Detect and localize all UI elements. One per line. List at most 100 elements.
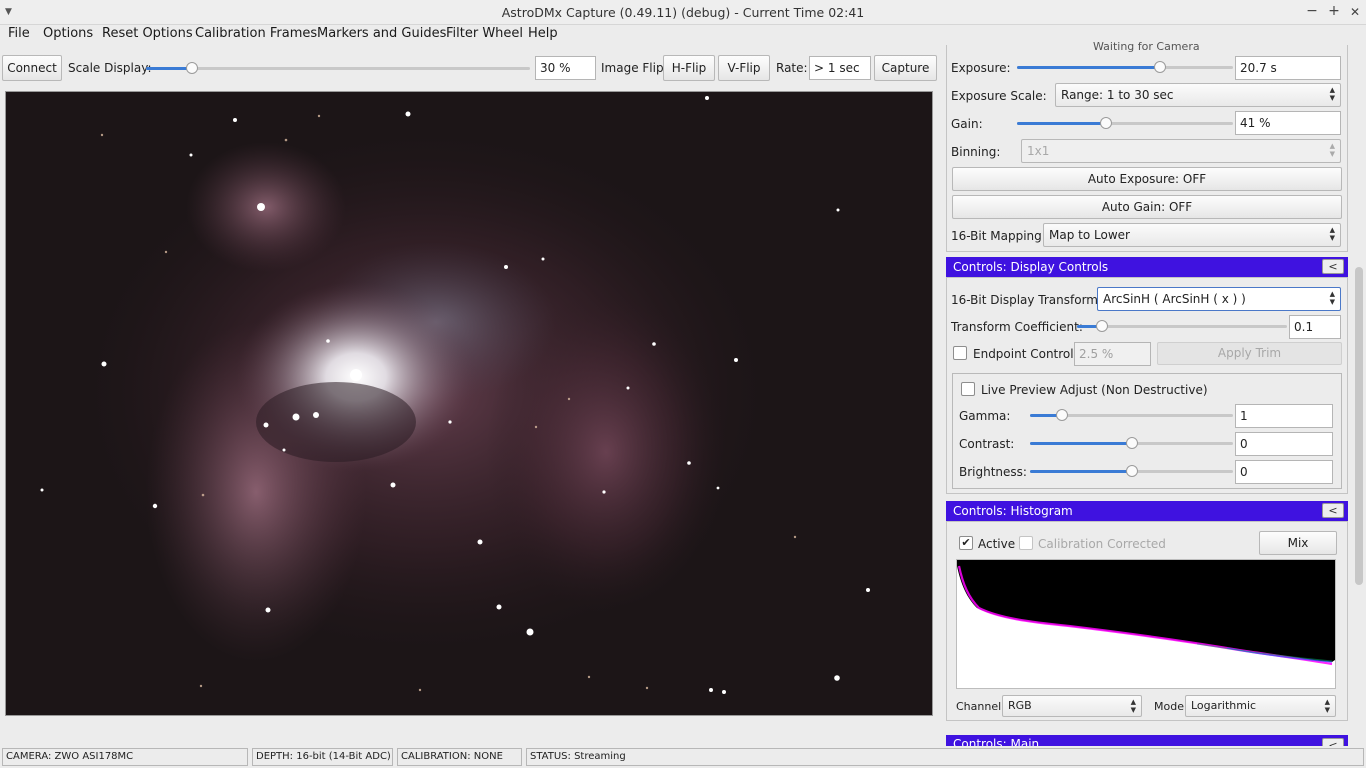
contrast-label: Contrast: xyxy=(959,437,1015,451)
rate-input[interactable]: > 1 sec xyxy=(809,56,871,80)
calibration-corrected-checkbox[interactable] xyxy=(1019,536,1033,550)
close-icon[interactable]: ✕ xyxy=(1347,5,1363,19)
live-preview-label: Live Preview Adjust (Non Destructive) xyxy=(981,383,1208,397)
capture-button[interactable]: Capture xyxy=(874,55,937,81)
binning-select[interactable]: 1x1 ▲ ▼ xyxy=(1021,139,1341,163)
up-down-arrows-icon: ▲ ▼ xyxy=(1329,290,1335,306)
transform-label: 16-Bit Display Transform: xyxy=(951,293,1103,307)
slider-thumb[interactable] xyxy=(1056,409,1069,421)
h-flip-button[interactable]: H-Flip xyxy=(663,55,715,81)
status-calibration: CALIBRATION: NONE xyxy=(397,748,522,766)
slider-thumb[interactable] xyxy=(1125,437,1138,449)
menu-file[interactable]: File xyxy=(8,26,30,41)
slider-thumb[interactable] xyxy=(186,62,199,74)
auto-gain-button[interactable]: Auto Gain: OFF xyxy=(952,195,1342,219)
slider-thumb[interactable] xyxy=(1096,320,1109,332)
slider-thumb[interactable] xyxy=(1153,61,1166,73)
panel-scrollbar[interactable] xyxy=(1352,45,1366,745)
brightness-label: Brightness: xyxy=(959,465,1027,479)
exposure-scale-value: Range: 1 to 30 sec xyxy=(1061,88,1174,102)
exposure-scale-label: Exposure Scale: xyxy=(951,89,1047,103)
exposure-input[interactable]: 20.7 s xyxy=(1235,56,1341,80)
endpoint-input[interactable]: 2.5 % xyxy=(1074,342,1151,366)
coefficient-label: Transform Coefficient: xyxy=(951,320,1083,334)
auto-exposure-button[interactable]: Auto Exposure: OFF xyxy=(952,167,1342,191)
image-flip-label: Image Flip: xyxy=(601,61,668,75)
gamma-slider[interactable] xyxy=(1030,408,1233,422)
main-controls-title: Controls: Main xyxy=(953,737,1040,746)
histogram-curve xyxy=(957,560,1335,666)
up-down-arrows-icon: ▲ ▼ xyxy=(1329,226,1335,242)
active-checkbox[interactable]: ✔ xyxy=(959,536,973,550)
image-preview[interactable] xyxy=(5,91,933,716)
brightness-slider[interactable] xyxy=(1030,464,1233,478)
mode-select[interactable]: Logarithmic ▲ ▼ xyxy=(1185,695,1336,717)
mode-label: Mode: xyxy=(1154,700,1188,713)
binning-value: 1x1 xyxy=(1027,144,1050,158)
minimize-icon[interactable]: − xyxy=(1304,3,1320,19)
mix-button[interactable]: Mix xyxy=(1259,531,1337,555)
display-controls-header: Controls: Display Controls < xyxy=(946,257,1348,277)
status-bar: CAMERA: ZWO ASI178MC DEPTH: 16-bit (14-B… xyxy=(0,746,1366,768)
menu-filter-wheel[interactable]: Filter Wheel xyxy=(446,26,523,41)
contrast-input[interactable]: 0 xyxy=(1235,432,1333,456)
channel-select[interactable]: RGB ▲ ▼ xyxy=(1002,695,1142,717)
collapse-histogram-button[interactable]: < xyxy=(1322,503,1344,518)
gain-slider[interactable] xyxy=(1017,116,1233,130)
maximize-icon[interactable]: + xyxy=(1326,3,1342,19)
transform-value: ArcSinH ( ArcSinH ( x ) ) xyxy=(1103,292,1246,306)
menu-markers-and-guides[interactable]: Markers and Guides xyxy=(317,26,446,41)
channel-label: Channel: xyxy=(956,700,1005,713)
rate-label: Rate: xyxy=(776,61,808,75)
mapping-label: 16-Bit Mapping: xyxy=(951,229,1046,243)
menu-reset-options[interactable]: Reset Options xyxy=(102,26,193,41)
calibration-corrected-label: Calibration Corrected xyxy=(1038,537,1166,551)
exposure-scale-select[interactable]: Range: 1 to 30 sec ▲ ▼ xyxy=(1055,83,1341,107)
live-preview-checkbox[interactable] xyxy=(961,382,975,396)
mapping-value: Map to Lower xyxy=(1049,228,1130,242)
brightness-input[interactable]: 0 xyxy=(1235,460,1333,484)
title-bar: ▼ AstroDMx Capture (0.49.11) (debug) - C… xyxy=(0,0,1366,25)
gain-label: Gain: xyxy=(951,117,983,131)
collapse-main-button[interactable]: < xyxy=(1322,738,1344,746)
collapse-display-button[interactable]: < xyxy=(1322,259,1344,274)
status-camera: CAMERA: ZWO ASI178MC xyxy=(2,748,248,766)
mode-value: Logarithmic xyxy=(1191,699,1257,712)
nebula-image xyxy=(6,92,932,715)
exposure-label: Exposure: xyxy=(951,61,1011,75)
main-controls-header[interactable]: Controls: Main < xyxy=(946,735,1348,746)
coefficient-input[interactable]: 0.1 xyxy=(1289,315,1341,339)
gamma-label: Gamma: xyxy=(959,409,1011,423)
apply-trim-button[interactable]: Apply Trim xyxy=(1157,342,1342,365)
coefficient-slider[interactable] xyxy=(1077,319,1287,333)
active-label: Active xyxy=(978,537,1016,551)
v-flip-button[interactable]: V-Flip xyxy=(718,55,770,81)
display-controls-title: Controls: Display Controls xyxy=(953,260,1109,274)
scale-display-slider[interactable] xyxy=(146,61,530,75)
mapping-select[interactable]: Map to Lower ▲ ▼ xyxy=(1043,223,1341,247)
contrast-slider[interactable] xyxy=(1030,436,1233,450)
menu-calibration-frames[interactable]: Calibration Frames xyxy=(195,26,317,41)
up-down-arrows-icon: ▲ ▼ xyxy=(1329,86,1335,102)
histogram-plot xyxy=(956,559,1336,689)
slider-thumb[interactable] xyxy=(1125,465,1138,477)
slider-thumb[interactable] xyxy=(1099,117,1112,129)
status-depth: DEPTH: 16-bit (14-Bit ADC) xyxy=(252,748,393,766)
up-down-arrows-icon: ▲ ▼ xyxy=(1324,698,1330,714)
scrollbar-thumb[interactable] xyxy=(1355,267,1363,585)
menu-options[interactable]: Options xyxy=(43,26,93,41)
scale-display-label: Scale Display: xyxy=(68,61,152,75)
transform-select[interactable]: ArcSinH ( ArcSinH ( x ) ) ▲ ▼ xyxy=(1097,287,1341,311)
histogram-title: Controls: Histogram xyxy=(953,504,1073,518)
exposure-slider[interactable] xyxy=(1017,60,1233,74)
menu-help[interactable]: Help xyxy=(528,26,558,41)
up-down-arrows-icon: ▲ ▼ xyxy=(1329,142,1335,158)
status-state: STATUS: Streaming xyxy=(526,748,1364,766)
endpoint-checkbox[interactable] xyxy=(953,346,967,360)
binning-label: Binning: xyxy=(951,145,1001,159)
scale-display-input[interactable]: 30 % xyxy=(535,56,596,80)
gain-input[interactable]: 41 % xyxy=(1235,111,1341,135)
gamma-input[interactable]: 1 xyxy=(1235,404,1333,428)
camera-status-text: Waiting for Camera xyxy=(1093,40,1200,53)
connect-button[interactable]: Connect xyxy=(2,55,62,81)
